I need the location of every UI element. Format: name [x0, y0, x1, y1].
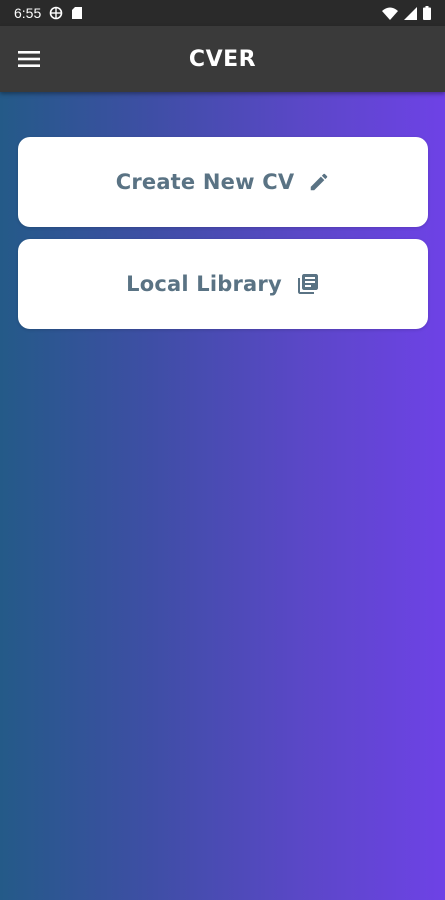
app-title: CVER — [188, 46, 257, 72]
sd-card-icon — [71, 6, 83, 20]
status-right — [382, 6, 431, 20]
vpn-icon — [49, 6, 63, 20]
library-books-icon — [296, 272, 320, 296]
create-new-cv-label: Create New CV — [115, 170, 295, 194]
local-library-label: Local Library — [126, 272, 282, 296]
status-left: 6:55 — [14, 5, 83, 21]
main-content: Create New CV Local Library — [0, 92, 445, 900]
wifi-icon — [382, 7, 398, 20]
status-time: 6:55 — [14, 5, 42, 21]
create-new-cv-button[interactable]: Create New CV — [18, 137, 428, 227]
pencil-icon — [308, 171, 330, 193]
status-bar: 6:55 — [0, 0, 445, 26]
app-bar: CVER — [0, 26, 445, 92]
local-library-button[interactable]: Local Library — [18, 239, 428, 329]
signal-icon — [404, 6, 417, 20]
battery-icon — [423, 6, 431, 20]
